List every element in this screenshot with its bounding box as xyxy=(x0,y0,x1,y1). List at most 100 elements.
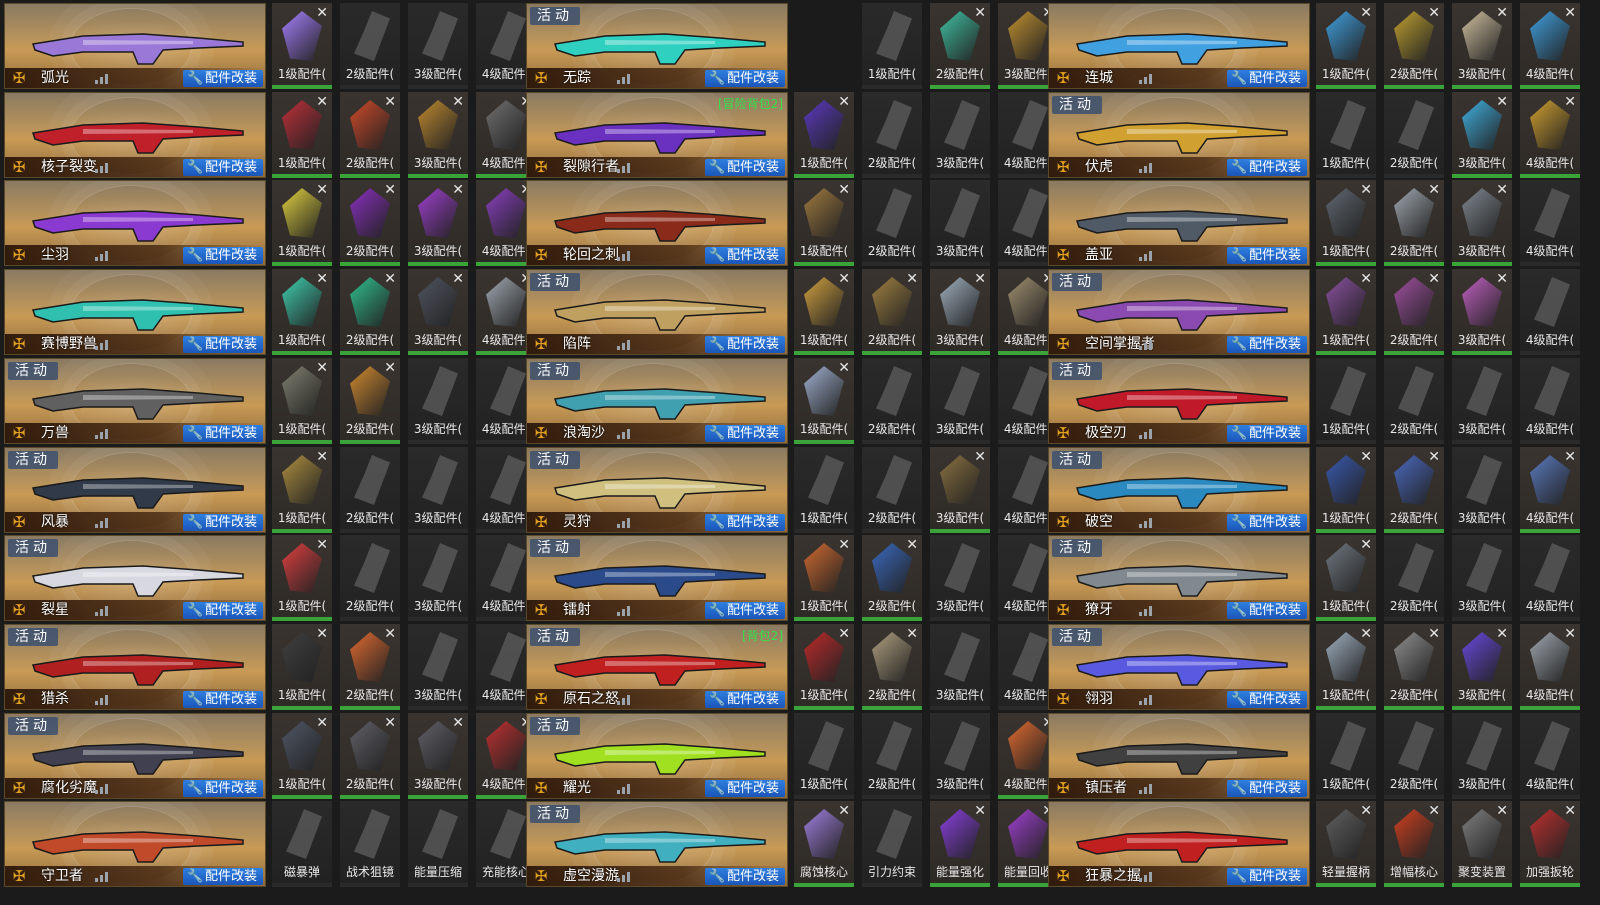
remove-icon[interactable]: ✕ xyxy=(838,94,850,110)
remove-icon[interactable]: ✕ xyxy=(838,182,850,198)
attachment-slot[interactable]: ✕ 1级配件( xyxy=(794,269,854,355)
remove-icon[interactable]: ✕ xyxy=(974,449,986,465)
attachment-slot[interactable]: 3级配件( xyxy=(408,358,468,444)
weapon-card[interactable]: 活动 ✠ 裂星 🔧 配件改装 xyxy=(4,535,266,621)
attachment-slot[interactable]: ✕ 3级配件( xyxy=(1452,92,1512,178)
attachment-slot[interactable]: ✕ 2级配件( xyxy=(862,535,922,621)
attachment-slot[interactable]: 4级配件( xyxy=(1520,713,1580,799)
remove-icon[interactable]: ✕ xyxy=(316,271,328,287)
attachment-slot[interactable]: ✕ 3级配件( xyxy=(408,713,468,799)
remove-icon[interactable]: ✕ xyxy=(1496,803,1508,819)
modify-parts-button[interactable]: 🔧 配件改装 xyxy=(182,70,263,87)
weapon-card[interactable]: 活动 ✠ 浪淘沙 🔧 配件改装 xyxy=(526,358,788,444)
remove-icon[interactable]: ✕ xyxy=(1496,5,1508,21)
weapon-card[interactable]: 活动 ✠ 万兽 🔧 配件改装 xyxy=(4,358,266,444)
remove-icon[interactable]: ✕ xyxy=(384,715,396,731)
weapon-card[interactable]: ✠ 尘羽 🔧 配件改装 xyxy=(4,180,266,266)
attachment-slot[interactable]: 3级配件( xyxy=(930,358,990,444)
modify-parts-button[interactable]: 🔧 配件改装 xyxy=(704,602,785,619)
remove-icon[interactable]: ✕ xyxy=(974,803,986,819)
attachment-slot[interactable]: 2级配件( xyxy=(1384,358,1444,444)
attachment-slot[interactable]: 能量压缩 xyxy=(408,801,468,887)
attachment-slot[interactable]: ✕ 1级配件( xyxy=(272,269,332,355)
weapon-card[interactable]: ✠ 弧光 🔧 配件改装 xyxy=(4,3,266,89)
weapon-card[interactable]: 活动 ✠ 镭射 🔧 配件改装 xyxy=(526,535,788,621)
attachment-slot[interactable]: 2级配件( xyxy=(340,535,400,621)
modify-parts-button[interactable]: 🔧 配件改装 xyxy=(182,868,263,885)
attachment-slot[interactable]: ✕ 4级配件( xyxy=(1520,447,1580,533)
attachment-slot[interactable]: ✕ 2级配件( xyxy=(862,269,922,355)
attachment-slot[interactable]: ✕ 2级配件( xyxy=(340,358,400,444)
remove-icon[interactable]: ✕ xyxy=(1428,271,1440,287)
modify-parts-button[interactable]: 🔧 配件改装 xyxy=(704,514,785,531)
attachment-slot[interactable]: ✕ 3级配件( xyxy=(408,180,468,266)
modify-parts-button[interactable]: 🔧 配件改装 xyxy=(704,70,785,87)
attachment-slot[interactable]: ✕ 3级配件( xyxy=(930,447,990,533)
attachment-slot[interactable]: 2级配件( xyxy=(1384,713,1444,799)
remove-icon[interactable]: ✕ xyxy=(1564,449,1576,465)
attachment-slot[interactable]: ✕ 2级配件( xyxy=(1384,624,1444,710)
remove-icon[interactable]: ✕ xyxy=(974,271,986,287)
attachment-slot[interactable]: 1级配件( xyxy=(1316,713,1376,799)
weapon-card[interactable]: 活动 ✠ 无踪 🔧 配件改装 xyxy=(526,3,788,89)
weapon-card[interactable]: 活动 ✠ 獠牙 🔧 配件改装 xyxy=(1048,535,1310,621)
modify-parts-button[interactable]: 🔧 配件改装 xyxy=(182,336,263,353)
attachment-slot[interactable]: 1级配件( xyxy=(1316,92,1376,178)
attachment-slot[interactable]: ✕ 2级配件( xyxy=(862,624,922,710)
attachment-slot[interactable]: ✕ 1级配件( xyxy=(272,358,332,444)
attachment-slot[interactable]: ✕ 2级配件( xyxy=(1384,180,1444,266)
weapon-card[interactable]: 活动 ✠ 翎羽 🔧 配件改装 xyxy=(1048,624,1310,710)
remove-icon[interactable]: ✕ xyxy=(384,94,396,110)
weapon-card[interactable]: 活动 ✠ 耀光 🔧 配件改装 xyxy=(526,713,788,799)
modify-parts-button[interactable]: 🔧 配件改装 xyxy=(182,247,263,264)
remove-icon[interactable]: ✕ xyxy=(316,182,328,198)
attachment-slot[interactable]: 磁暴弹 xyxy=(272,801,332,887)
modify-parts-button[interactable]: 🔧 配件改装 xyxy=(704,691,785,708)
weapon-card[interactable]: 活动 [背包2] ✠ 原石之怒 🔧 配件改装 xyxy=(526,624,788,710)
attachment-slot[interactable]: 4级配件( xyxy=(1520,358,1580,444)
modify-parts-button[interactable]: 🔧 配件改装 xyxy=(1226,602,1307,619)
attachment-slot[interactable]: 1级配件( xyxy=(862,3,922,89)
remove-icon[interactable]: ✕ xyxy=(1360,537,1372,553)
weapon-card[interactable]: 活动 ✠ 腐化劣魔 🔧 配件改装 xyxy=(4,713,266,799)
attachment-slot[interactable]: ✕ 3级配件( xyxy=(1452,3,1512,89)
attachment-slot[interactable]: 2级配件( xyxy=(862,713,922,799)
remove-icon[interactable]: ✕ xyxy=(452,94,464,110)
attachment-slot[interactable]: 3级配件( xyxy=(930,713,990,799)
attachment-slot[interactable]: 3级配件( xyxy=(1452,713,1512,799)
attachment-slot[interactable]: ✕ 1级配件( xyxy=(1316,447,1376,533)
modify-parts-button[interactable]: 🔧 配件改装 xyxy=(704,247,785,264)
remove-icon[interactable]: ✕ xyxy=(1428,182,1440,198)
weapon-card[interactable]: ✠ 赛博野兽 🔧 配件改装 xyxy=(4,269,266,355)
remove-icon[interactable]: ✕ xyxy=(1360,626,1372,642)
modify-parts-button[interactable]: 🔧 配件改装 xyxy=(1226,159,1307,176)
remove-icon[interactable]: ✕ xyxy=(452,182,464,198)
attachment-slot[interactable]: 3级配件( xyxy=(930,92,990,178)
modify-parts-button[interactable]: 🔧 配件改装 xyxy=(182,691,263,708)
remove-icon[interactable]: ✕ xyxy=(838,360,850,376)
remove-icon[interactable]: ✕ xyxy=(452,715,464,731)
modify-parts-button[interactable]: 🔧 配件改装 xyxy=(704,780,785,797)
attachment-slot[interactable]: 1级配件( xyxy=(1316,358,1376,444)
attachment-slot[interactable]: ✕ 1级配件( xyxy=(272,447,332,533)
attachment-slot[interactable]: ✕ 2级配件( xyxy=(930,3,990,89)
attachment-slot[interactable]: ✕ 2级配件( xyxy=(1384,3,1444,89)
remove-icon[interactable]: ✕ xyxy=(1564,626,1576,642)
attachment-slot[interactable]: 2级配件( xyxy=(340,3,400,89)
remove-icon[interactable]: ✕ xyxy=(1564,94,1576,110)
remove-icon[interactable]: ✕ xyxy=(906,271,918,287)
remove-icon[interactable]: ✕ xyxy=(906,537,918,553)
modify-parts-button[interactable]: 🔧 配件改装 xyxy=(704,868,785,885)
attachment-slot[interactable]: ✕ 3级配件( xyxy=(408,269,468,355)
attachment-slot[interactable]: ✕ 2级配件( xyxy=(1384,269,1444,355)
modify-parts-button[interactable]: 🔧 配件改装 xyxy=(704,336,785,353)
attachment-slot[interactable]: ✕ 1级配件( xyxy=(1316,3,1376,89)
attachment-slot[interactable]: ✕ 2级配件( xyxy=(340,269,400,355)
attachment-slot[interactable]: ✕ 1级配件( xyxy=(794,92,854,178)
remove-icon[interactable]: ✕ xyxy=(316,5,328,21)
modify-parts-button[interactable]: 🔧 配件改装 xyxy=(1226,514,1307,531)
attachment-slot[interactable]: 3级配件( xyxy=(408,447,468,533)
attachment-slot[interactable]: 3级配件( xyxy=(1452,447,1512,533)
attachment-slot[interactable]: 3级配件( xyxy=(930,180,990,266)
attachment-slot[interactable]: 3级配件( xyxy=(408,535,468,621)
